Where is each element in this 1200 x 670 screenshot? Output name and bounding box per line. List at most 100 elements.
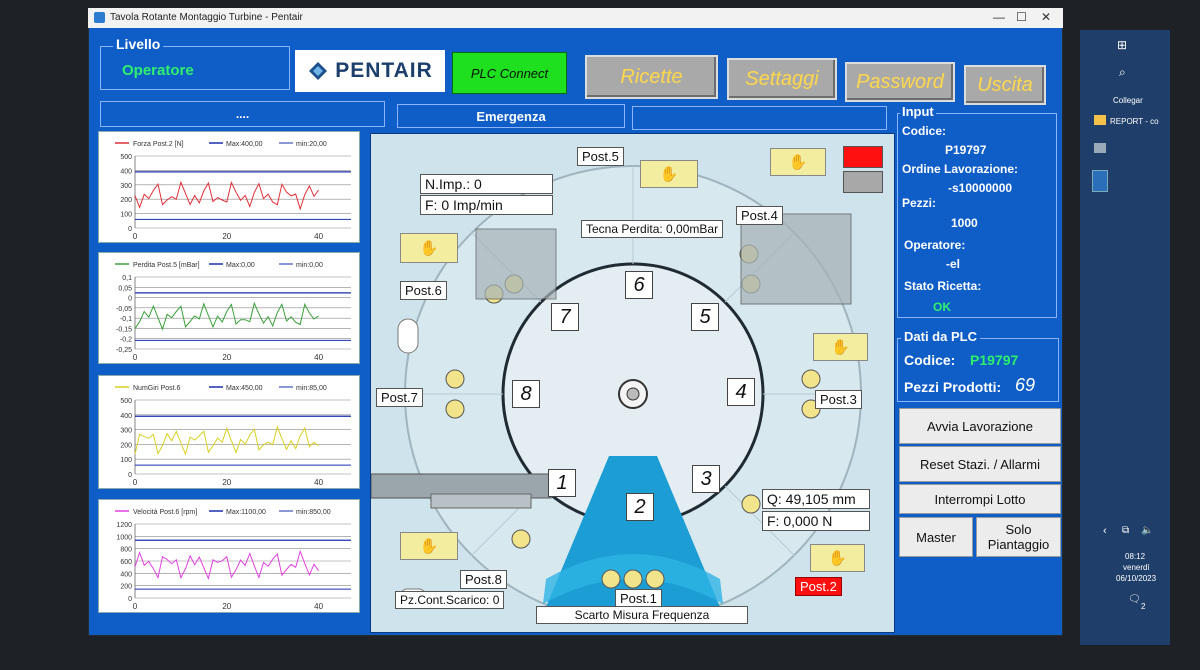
- master-button[interactable]: Master: [899, 517, 973, 557]
- y-tick-label: 100: [120, 212, 132, 219]
- input-code-value: P19797: [945, 143, 987, 157]
- recipes-button[interactable]: Ricette: [585, 55, 718, 99]
- window-title: Tavola Rotante Montaggio Turbine - Penta…: [110, 12, 303, 23]
- pentair-logo: PENTAIR: [295, 50, 445, 92]
- legend-series-name: Velocità Post.6 [rpm]: [133, 509, 197, 516]
- impulse-count-readout: N.Imp.: 0: [420, 174, 553, 194]
- chart-speed-post6: Velocità Post.6 [rpm] Max:1100,00 min:850,…: [98, 499, 360, 613]
- pentair-logo-text: PENTAIR: [335, 59, 433, 82]
- chart-leak-post5: Perdita Post.5 [mBar] Max:0,00 min:0,00 0,1…: [98, 252, 360, 364]
- station-label-post7: Post.7: [376, 388, 423, 407]
- leak-test-readout: Tecna Perdita: 0,00mBar: [581, 220, 724, 238]
- manual-hand-post8-button[interactable]: ✋: [400, 532, 458, 560]
- reject-frequency-readout: Scarto Misura Frequenza: [536, 606, 748, 624]
- volume-icon[interactable]: 🔈: [1141, 525, 1153, 536]
- printer-icon[interactable]: [1094, 143, 1106, 153]
- y-tick-label: 400: [120, 168, 132, 175]
- hand-icon: ✋: [419, 240, 439, 257]
- input-code-label: Codice:: [902, 124, 947, 138]
- exit-button[interactable]: Uscita: [964, 65, 1046, 105]
- y-tick-label: 200: [120, 442, 132, 449]
- status-right: [632, 106, 887, 130]
- y-tick-label: 800: [120, 547, 132, 554]
- chevron-left-icon[interactable]: ‹: [1103, 525, 1107, 537]
- hand-icon: ✋: [419, 538, 439, 555]
- y-tick-label: 300: [120, 428, 132, 435]
- y-tick-label: 400: [120, 571, 132, 578]
- y-tick-label: 600: [120, 559, 132, 566]
- slot-number-4: 4: [727, 378, 755, 406]
- piece-counter-readout: Pz.Cont.Scarico: 0: [395, 591, 505, 609]
- series-trace: [134, 549, 320, 580]
- input-operator-label: Operatore:: [904, 238, 966, 252]
- y-tick-label: -0,1: [120, 316, 132, 323]
- taskbar-report[interactable]: REPORT - co: [1110, 117, 1159, 126]
- slot-number-8: 8: [512, 380, 540, 408]
- input-recipe-state-label: Stato Ricetta:: [904, 279, 982, 293]
- password-button[interactable]: Password: [845, 62, 955, 102]
- legend-min: min:850,00: [296, 509, 331, 516]
- input-group-label: Input: [900, 104, 936, 119]
- input-order-value: -s10000000: [948, 181, 1013, 195]
- y-tick-label: -0,15: [116, 326, 132, 333]
- legend-series-name: Perdita Post.5 [mBar]: [133, 262, 200, 269]
- y-tick-label: 0: [128, 472, 132, 479]
- taskbar-day: venerdì: [1123, 563, 1150, 572]
- notification-icon[interactable]: 🗨: [1128, 594, 1141, 605]
- minimize-icon[interactable]: —: [993, 10, 1005, 24]
- y-tick-label: 0: [128, 296, 132, 303]
- app-taskbar-icon[interactable]: [1092, 170, 1108, 192]
- input-pieces-value: 1000: [951, 216, 978, 230]
- y-tick-label: 200: [120, 584, 132, 591]
- x-tick-label: 40: [314, 478, 323, 487]
- plc-code-value: P19797: [970, 352, 1019, 368]
- taskbar-collegar[interactable]: Collegar: [1113, 96, 1143, 105]
- slot-number-2: 2: [626, 493, 654, 521]
- network-icon[interactable]: ⧉: [1122, 525, 1129, 536]
- y-tick-label: 0,1: [122, 275, 132, 282]
- search-icon[interactable]: ⌕: [1119, 65, 1126, 80]
- x-tick-label: 40: [314, 353, 323, 362]
- x-tick-label: 20: [222, 232, 231, 241]
- impulse-frequency-readout: F: 0 Imp/min: [420, 195, 553, 215]
- reset-alarms-button[interactable]: Reset Stazi. / Allarmi: [899, 446, 1061, 482]
- x-tick-label: 40: [314, 602, 323, 611]
- y-tick-label: 400: [120, 413, 132, 420]
- settings-button[interactable]: Settaggi: [727, 58, 837, 100]
- legend-max: Max:400,00: [226, 141, 263, 148]
- folder-icon[interactable]: [1094, 115, 1106, 125]
- input-recipe-state-value: OK: [933, 300, 951, 314]
- x-tick-label: 20: [222, 353, 231, 362]
- maximize-icon[interactable]: ☐: [1016, 10, 1027, 24]
- legend-max: Max:0,00: [226, 262, 255, 269]
- title-bar: Tavola Rotante Montaggio Turbine - Penta…: [88, 8, 1063, 28]
- station-label-post4: Post.4: [736, 206, 783, 225]
- hand-icon: ✋: [788, 154, 808, 171]
- manual-hand-post5-button[interactable]: ✋: [640, 160, 698, 188]
- windows-start-icon[interactable]: ⊞: [1117, 38, 1127, 52]
- slot-number-1: 1: [548, 469, 576, 497]
- start-work-button[interactable]: Avvia Lavorazione: [899, 408, 1061, 444]
- manual-hand-post6-button[interactable]: ✋: [400, 233, 458, 263]
- plc-produced-label: Pezzi Prodotti:: [904, 379, 1002, 395]
- input-operator-value: -el: [946, 257, 961, 271]
- input-order-label: Ordine Lavorazione:: [902, 162, 1019, 176]
- y-tick-label: 200: [120, 197, 132, 204]
- x-tick-label: 40: [314, 232, 323, 241]
- y-tick-label: -0,2: [120, 337, 132, 344]
- y-tick-label: 500: [120, 154, 132, 161]
- taskbar-date: 06/10/2023: [1116, 574, 1157, 583]
- manual-hand-post2-button[interactable]: ✋: [810, 544, 865, 572]
- legend-min: min:0,00: [296, 262, 323, 269]
- y-tick-label: -0,05: [116, 306, 132, 313]
- only-planting-button[interactable]: Solo Piantaggio: [976, 517, 1061, 557]
- manual-hand-post3-button[interactable]: ✋: [813, 333, 868, 361]
- chart-force-post2: Forza Post.2 [N] Max:400,00 min:20,00 500 40…: [98, 131, 360, 243]
- slot-number-5: 5: [691, 303, 719, 331]
- chart-turns-post6: NumGiri Post.6 Max:450,00 min:85,00 500 400 3…: [98, 375, 360, 489]
- manual-hand-post4-button[interactable]: ✋: [770, 148, 826, 176]
- slot-number-3: 3: [692, 465, 720, 493]
- stop-batch-button[interactable]: Interrompi Lotto: [899, 484, 1061, 514]
- close-icon[interactable]: ✕: [1041, 10, 1051, 24]
- station-label-post6: Post.6: [400, 281, 447, 300]
